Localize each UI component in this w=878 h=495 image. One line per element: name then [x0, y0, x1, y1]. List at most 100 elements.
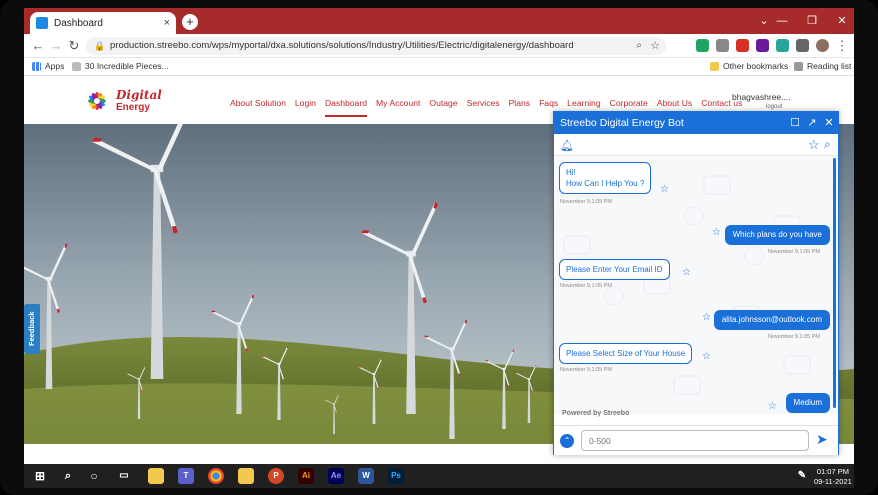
clock-time: 01:07 PM — [816, 467, 849, 476]
nav-my-account[interactable]: My Account — [376, 98, 420, 117]
favorites-star-icon[interactable]: ☆ — [808, 137, 820, 153]
nav-about-solution[interactable]: About Solution — [230, 98, 286, 117]
word-icon[interactable]: W — [358, 468, 374, 484]
lock-icon: 🔒 — [94, 41, 106, 51]
folder-icon — [710, 61, 719, 71]
flower-logo-icon — [88, 92, 106, 110]
file-explorer-icon[interactable] — [238, 468, 254, 484]
powerpoint-icon[interactable]: P — [268, 468, 284, 484]
nav-outage[interactable]: Outage — [429, 98, 457, 117]
search-icon[interactable]: ⌕ — [60, 468, 76, 484]
nav-dashboard[interactable]: Dashboard — [324, 98, 367, 117]
chat-search-icon[interactable]: ⌕ — [824, 137, 831, 152]
message-timestamp: November 9,1:05 PM — [560, 367, 612, 373]
url-bar[interactable]: 🔒 production.streebo.com/wps/myportal/dx… — [86, 37, 666, 55]
chatbot-window: Streebo Digital Energy Bot ☐ ↗ ✕ 🔔︎ ☆ ⌕ … — [553, 111, 839, 455]
forward-button[interactable]: → — [48, 38, 64, 53]
user-message: Medium — [785, 393, 830, 413]
bookmark-other-label: Other bookmarks — [723, 61, 789, 71]
extension-copy-icon[interactable] — [776, 39, 789, 52]
favorite-star-icon[interactable]: ☆ — [712, 227, 721, 238]
reading-list-icon — [794, 61, 803, 71]
extension-icon[interactable] — [716, 39, 729, 52]
nav-services[interactable]: Services — [467, 98, 500, 117]
extension-badge-icon[interactable] — [736, 39, 749, 52]
teams-icon[interactable]: T — [178, 468, 194, 484]
bot-message: Please Select Size of Your House — [559, 343, 693, 364]
windows-taskbar: ⊞ ⌕ ○ ▭ T P Ai Ae W Ps ✎ 01:07 PM 09-11-… — [24, 464, 854, 488]
send-icon[interactable]: ➤ — [816, 431, 828, 448]
user-name[interactable]: bhagvashree.... — [732, 92, 791, 102]
url-text: production.streebo.com/wps/myportal/dxa.… — [110, 40, 574, 51]
chatbot-title: Streebo Digital Energy Bot — [560, 117, 684, 129]
user-logout-link[interactable]: logout — [766, 104, 782, 110]
message-timestamp: November 9,1:05 PM — [560, 283, 612, 289]
bell-icon[interactable]: 🔔︎ — [560, 139, 574, 152]
favorite-star-icon[interactable]: ☆ — [660, 184, 669, 195]
chatbot-header: Streebo Digital Energy Bot ☐ ↗ ✕ — [554, 112, 838, 134]
bookmark-reading-list[interactable]: Reading list — [794, 61, 851, 71]
bookmark-item[interactable]: 30 Incredible Pieces... — [72, 61, 169, 71]
bot-message: Hi! How Can I Help You ? — [559, 162, 652, 194]
close-chat-icon[interactable]: ✕ — [822, 112, 836, 134]
nav-login[interactable]: Login — [295, 98, 316, 117]
apps-grid-icon — [32, 61, 41, 71]
clock-date: 09-11-2021 — [814, 477, 852, 486]
favorite-star-icon[interactable]: ☆ — [702, 351, 711, 362]
bookmark-star-icon[interactable]: ☆ — [650, 37, 660, 55]
reload-button[interactable]: ↻ — [66, 38, 82, 54]
powered-by-label: Powered by Streebo — [562, 410, 630, 417]
chat-scrollbar[interactable] — [833, 158, 836, 408]
bot-message-line: Please Enter Your Email ID — [566, 265, 663, 274]
windows-start-icon[interactable]: ⊞ — [32, 468, 48, 484]
after-effects-icon[interactable]: Ae — [328, 468, 344, 484]
chat-input[interactable] — [581, 430, 809, 451]
chevron-up-icon[interactable]: ⌃ — [560, 434, 574, 448]
sticky-notes-icon[interactable] — [148, 468, 164, 484]
close-window-button[interactable]: ✕ — [824, 8, 854, 34]
laptop-bezel: Dashboard × + ⌄ — ❐ ✕ ← → ↻ 🔒 production… — [0, 0, 878, 495]
bot-message-line: Hi! — [566, 168, 576, 177]
pen-icon[interactable]: ✎ — [794, 468, 810, 484]
close-tab-icon[interactable]: × — [164, 17, 170, 29]
user-message: alita.johnsson@outlook.com — [713, 310, 830, 330]
profile-avatar[interactable] — [816, 39, 829, 52]
bot-message: Please Enter Your Email ID — [559, 259, 670, 280]
menu-kebab-icon[interactable]: ⋮ — [834, 38, 850, 54]
bot-message-line: How Can I Help You ? — [566, 179, 645, 188]
site-logo[interactable]: Digital Energy — [84, 86, 174, 118]
message-timestamp: November 9,1:05 PM — [768, 249, 820, 255]
nav-plans[interactable]: Plans — [509, 98, 531, 117]
favorite-star-icon[interactable]: ☆ — [768, 401, 777, 412]
zoom-icon[interactable]: ⌕ — [636, 37, 642, 55]
extension-record-icon[interactable] — [756, 39, 769, 52]
new-tab-button[interactable]: + — [182, 14, 198, 30]
chat-messages[interactable]: Hi! How Can I Help You ? ☆ November 9,1:… — [554, 156, 838, 414]
logo-text-energy: Energy — [116, 102, 150, 113]
illustrator-icon[interactable]: Ai — [298, 468, 314, 484]
photoshop-icon[interactable]: Ps — [388, 468, 404, 484]
maximize-chat-icon[interactable]: ☐ — [788, 112, 802, 134]
cortana-icon[interactable]: ○ — [86, 468, 102, 484]
back-button[interactable]: ← — [30, 38, 46, 53]
favorite-star-icon[interactable]: ☆ — [702, 312, 711, 323]
extension-grammarly-icon[interactable] — [696, 39, 709, 52]
bot-message-line: Please Select Size of Your House — [566, 349, 686, 358]
bookmarks-bar: Apps 30 Incredible Pieces... Other bookm… — [24, 58, 854, 76]
tab-title: Dashboard — [54, 17, 103, 29]
favorite-star-icon[interactable]: ☆ — [682, 267, 691, 278]
taskbar-clock[interactable]: 01:07 PM 09-11-2021 — [814, 467, 852, 487]
chrome-icon[interactable] — [208, 468, 224, 484]
tab-dashboard[interactable]: Dashboard × — [30, 12, 176, 34]
bookmark-apps[interactable]: Apps — [32, 61, 64, 71]
bookmark-other[interactable]: Other bookmarks — [710, 61, 788, 71]
bookmark-item-label: 30 Incredible Pieces... — [85, 61, 169, 71]
task-view-icon[interactable]: ▭ — [116, 468, 132, 484]
user-message: Which plans do you have — [724, 225, 830, 245]
chat-input-row: ⌃ ➤ — [554, 425, 838, 455]
puzzle-extensions-icon[interactable] — [796, 39, 809, 52]
site-favicon-icon — [36, 17, 48, 29]
bookmark-favicon-icon — [72, 61, 81, 71]
feedback-tab[interactable]: Feedback — [24, 304, 40, 354]
popout-chat-icon[interactable]: ↗ — [805, 112, 819, 134]
